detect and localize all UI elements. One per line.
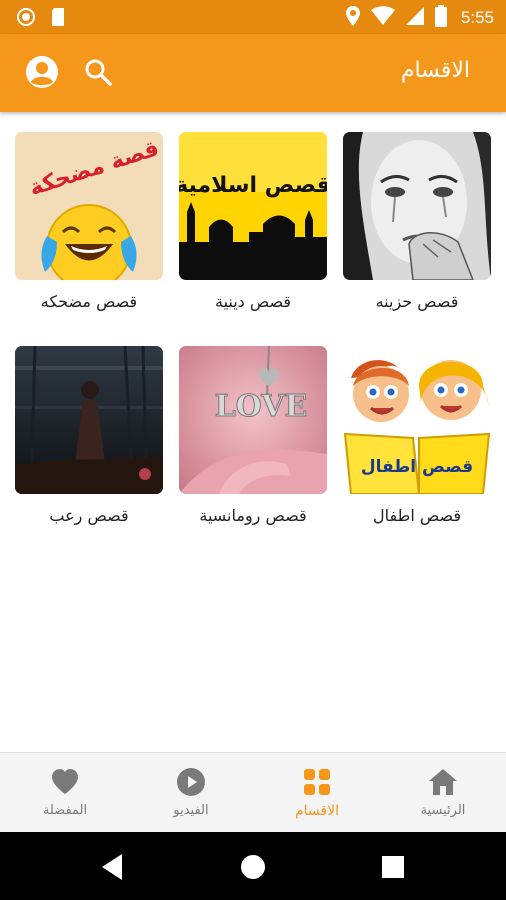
category-card-kids[interactable]: قصص اطفال قصص اطفال bbox=[343, 346, 491, 531]
category-card-horror[interactable]: قصص رعب bbox=[15, 346, 163, 531]
wifi-icon bbox=[370, 6, 395, 30]
status-time: 5:55 bbox=[460, 8, 494, 27]
signal-icon bbox=[405, 6, 425, 30]
nav-label-categories: الاقسام bbox=[295, 803, 339, 819]
nav-label-home: الرئيسية bbox=[420, 803, 466, 818]
back-button[interactable] bbox=[96, 850, 130, 884]
category-label: قصص اطفال bbox=[373, 506, 461, 525]
category-label: قصص حزينه bbox=[375, 292, 459, 311]
category-card-religious[interactable]: قصص اسلامية قصص دينية bbox=[179, 132, 327, 317]
system-navigation-bar bbox=[0, 832, 506, 900]
category-label: قصص رومانسية bbox=[199, 506, 307, 525]
home-circle-icon bbox=[236, 855, 270, 888]
thumb-text-romantic: LOVE bbox=[215, 389, 308, 424]
nav-label-favorites: المفضلة bbox=[42, 803, 88, 818]
category-thumb-romantic: LOVE bbox=[179, 346, 327, 494]
search-icon bbox=[84, 58, 112, 90]
nav-label-video: الفيديو bbox=[173, 803, 209, 818]
category-thumb-religious: قصص اسلامية bbox=[179, 132, 327, 280]
nav-item-favorites[interactable]: المفضلة bbox=[2, 753, 128, 833]
play-icon bbox=[176, 767, 206, 797]
thumb-text-religious: قصص اسلامية bbox=[179, 173, 327, 198]
location-icon bbox=[345, 5, 361, 31]
nav-item-video[interactable]: الفيديو bbox=[128, 753, 254, 833]
category-card-romantic[interactable]: LOVE قصص رومانسية bbox=[179, 346, 327, 531]
category-label: قصص مضحكه bbox=[40, 292, 138, 311]
heart-icon bbox=[50, 767, 80, 797]
thumb-text-kids: قصص اطفال bbox=[361, 457, 473, 477]
bottom-navigation: الرئيسية الاقسام الفيديو المفضلة bbox=[0, 752, 506, 832]
app-bar: الاقسام bbox=[0, 34, 506, 112]
category-thumb-horror bbox=[15, 346, 163, 494]
home-system-button[interactable] bbox=[236, 850, 270, 884]
nav-item-home[interactable]: الرئيسية bbox=[380, 753, 506, 833]
sd-card-icon bbox=[50, 7, 66, 31]
category-card-sad[interactable]: قصص حزينه bbox=[343, 132, 491, 317]
app-root: 5:55 الاقسام قصص حزينه قصص اسلامية قصص د… bbox=[0, 0, 506, 900]
category-thumb-sad bbox=[343, 132, 491, 280]
notification-circle-icon bbox=[16, 7, 36, 31]
recents-square-icon bbox=[376, 856, 410, 888]
page-title: الاقسام bbox=[400, 58, 470, 83]
account-icon bbox=[25, 55, 59, 93]
status-bar: 5:55 bbox=[0, 0, 506, 34]
battery-icon bbox=[434, 5, 447, 31]
back-triangle-icon bbox=[96, 854, 130, 888]
home-icon bbox=[428, 767, 458, 797]
category-card-funny[interactable]: قصة مضحكة قصص مضحكه bbox=[15, 132, 163, 317]
recents-button[interactable] bbox=[376, 850, 410, 884]
category-thumb-kids: قصص اطفال bbox=[343, 346, 491, 494]
search-button[interactable] bbox=[78, 54, 118, 94]
category-label: قصص دينية bbox=[214, 292, 292, 311]
category-label: قصص رعب bbox=[49, 506, 129, 525]
category-thumb-funny: قصة مضحكة bbox=[15, 132, 163, 280]
grid-icon bbox=[302, 767, 332, 797]
account-button[interactable] bbox=[22, 54, 62, 94]
nav-item-categories[interactable]: الاقسام bbox=[254, 753, 380, 833]
